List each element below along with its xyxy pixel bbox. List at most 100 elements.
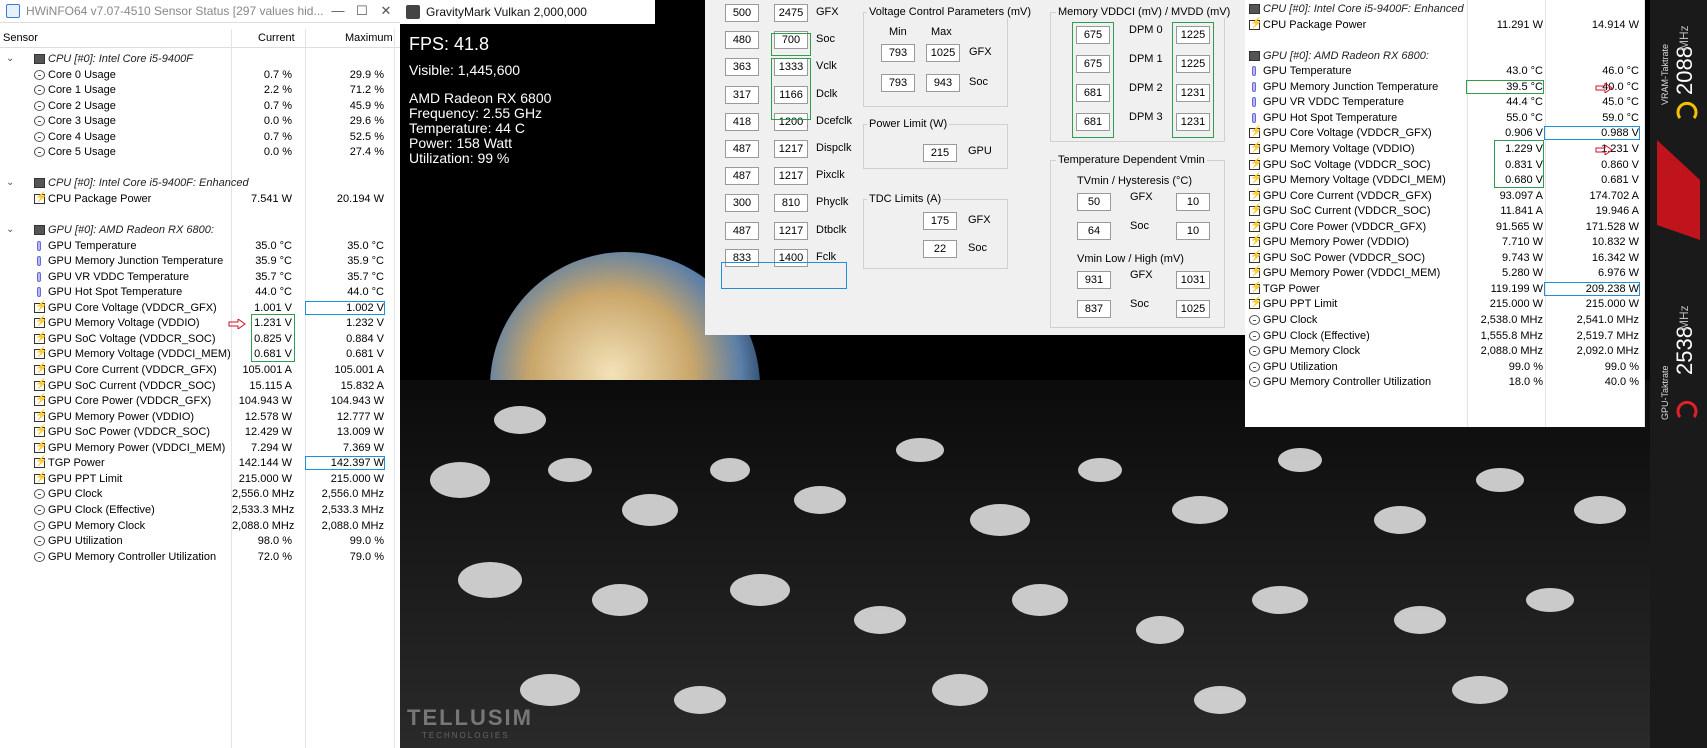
table-row[interactable]: GPU Core Current (VDDCR_GFX) 105.001 A 105… bbox=[0, 362, 400, 379]
table-row[interactable]: GPU Clock (Effective) 1,555.8 MHz 2,519.7 … bbox=[1245, 328, 1645, 345]
table-row[interactable]: GPU Memory Power (VDDIO) 7.710 W 10.832 W bbox=[1245, 234, 1645, 251]
table-row[interactable]: GPU PPT Limit 215.000 W 215.000 W bbox=[0, 471, 400, 488]
table-row[interactable]: GPU Core Power (VDDCR_GFX) 104.943 W 104.9… bbox=[0, 393, 400, 410]
table-row[interactable]: GPU PPT Limit 215.000 W 215.000 W bbox=[1245, 296, 1645, 313]
table-row[interactable]: GPU Memory Junction Temperature 35.9 °C 35… bbox=[0, 253, 400, 270]
table-row[interactable]: Core 4 Usage 0.7 % 52.5 % bbox=[0, 129, 400, 146]
table-row[interactable]: GPU Hot Spot Temperature 44.0 °C 44.0 °C bbox=[0, 284, 400, 301]
column-maximum[interactable]: Maximum bbox=[345, 32, 393, 44]
table-row[interactable]: TGP Power 142.144 W 142.397 W bbox=[0, 455, 400, 472]
vddci-input[interactable]: 675 bbox=[1076, 55, 1110, 73]
clock-min-input[interactable]: 480 bbox=[725, 31, 759, 50]
table-row[interactable]: GPU Memory Clock 2,088.0 MHz 2,088.0 MHz bbox=[0, 518, 400, 535]
vddci-input[interactable]: 681 bbox=[1076, 113, 1110, 131]
table-row[interactable]: GPU Memory Voltage (VDDCI_MEM)0.680 V0.6… bbox=[1245, 172, 1645, 189]
tdc-input[interactable]: 175 bbox=[923, 212, 957, 230]
minimize-button[interactable]: — bbox=[326, 2, 350, 20]
table-row[interactable]: GPU Core Voltage (VDDCR_GFX) 1.001 V 1.002… bbox=[0, 300, 400, 317]
table-row[interactable]: GPU Clock (Effective) 2,533.3 MHz 2,533.3 … bbox=[0, 502, 400, 519]
gravitymark-titlebar[interactable]: GravityMark Vulkan 2,000,000 bbox=[400, 0, 655, 24]
mvdd-input[interactable]: 1231 bbox=[1176, 113, 1210, 131]
table-row[interactable]: GPU SoC Current (VDDCR_SOC) 11.841 A 19.94… bbox=[1245, 203, 1645, 220]
clock-max-input[interactable]: 1217 bbox=[774, 221, 808, 240]
table-row[interactable]: GPU Memory Voltage (VDDIO)1.229 V1.231 V bbox=[1245, 141, 1645, 158]
expand-toggle-icon[interactable]: ⌄ bbox=[6, 177, 14, 188]
table-row[interactable]: GPU Hot Spot Temperature 55.0 °C 59.0 °C bbox=[1245, 110, 1645, 127]
table-row[interactable]: TGP Power 119.199 W209.238 W bbox=[1245, 281, 1645, 298]
table-row[interactable]: GPU Clock 2,538.0 MHz 2,541.0 MHz bbox=[1245, 312, 1645, 329]
clock-min-input[interactable]: 487 bbox=[725, 221, 759, 240]
mvdd-input[interactable]: 1225 bbox=[1176, 55, 1210, 73]
table-row[interactable]: GPU Memory Power (VDDCI_MEM) 7.294 W 7.369… bbox=[0, 440, 400, 457]
sensor-group[interactable]: GPU [#0]: AMD Radeon RX 6800: bbox=[1245, 48, 1645, 65]
clock-min-input[interactable]: 487 bbox=[725, 167, 759, 186]
sensor-group[interactable]: ⌄ CPU [#0]: Intel Core i5-9400F: Enhanced bbox=[0, 175, 400, 192]
table-row[interactable]: GPU VR VDDC Temperature 35.7 °C 35.7 °C bbox=[0, 269, 400, 286]
table-row[interactable]: GPU Core Voltage (VDDCR_GFX) 0.906 V0.988… bbox=[1245, 125, 1645, 142]
sensor-group[interactable]: ⌄ CPU [#0]: Intel Core i5-9400F bbox=[0, 51, 400, 68]
voltage-min-input[interactable]: 793 bbox=[881, 74, 915, 92]
tdv-right-input[interactable]: 10 bbox=[1176, 222, 1210, 240]
vddci-input[interactable]: 675 bbox=[1076, 26, 1110, 44]
column-current[interactable]: Current bbox=[258, 32, 295, 44]
table-row[interactable]: GPU VR VDDC Temperature 44.4 °C 45.0 °C bbox=[1245, 94, 1645, 111]
clock-min-input[interactable]: 363 bbox=[725, 58, 759, 77]
table-row[interactable]: GPU Temperature 35.0 °C 35.0 °C bbox=[0, 238, 400, 255]
table-row[interactable]: Core 5 Usage 0.0 % 27.4 % bbox=[0, 144, 400, 161]
voltage-max-input[interactable]: 1025 bbox=[926, 44, 960, 62]
table-row[interactable]: GPU Memory Controller Utilization 18.0 % 4… bbox=[1245, 374, 1645, 391]
clock-max-input[interactable]: 810 bbox=[774, 194, 808, 213]
tdv-left-input[interactable]: 837 bbox=[1077, 300, 1111, 318]
table-row[interactable]: Core 2 Usage 0.7 % 45.9 % bbox=[0, 98, 400, 115]
table-row[interactable]: GPU SoC Power (VDDCR_SOC) 9.743 W 16.342 W bbox=[1245, 250, 1645, 267]
sensor-group[interactable]: CPU [#0]: Intel Core i5-9400F: Enhanced bbox=[1245, 1, 1645, 18]
clock-min-input[interactable]: 300 bbox=[725, 194, 759, 213]
column-sensor[interactable]: Sensor bbox=[3, 32, 38, 44]
sensor-group[interactable]: ⌄ GPU [#0]: AMD Radeon RX 6800: bbox=[0, 222, 400, 239]
table-row[interactable]: GPU SoC Power (VDDCR_SOC) 12.429 W 13.009 … bbox=[0, 424, 400, 441]
voltage-max-input[interactable]: 943 bbox=[926, 74, 960, 92]
clock-min-input[interactable]: 500 bbox=[725, 4, 759, 22]
table-row[interactable]: CPU Package Power 7.541 W 20.194 W bbox=[0, 191, 400, 208]
table-row[interactable]: GPU Utilization 98.0 % 99.0 % bbox=[0, 533, 400, 550]
clock-max-input[interactable]: 1217 bbox=[774, 140, 808, 158]
tdv-right-input[interactable]: 10 bbox=[1176, 193, 1210, 211]
mvdd-input[interactable]: 1231 bbox=[1176, 84, 1210, 102]
tdv-left-input[interactable]: 931 bbox=[1077, 271, 1111, 289]
table-row[interactable]: Core 0 Usage 0.7 % 29.9 % bbox=[0, 67, 400, 84]
table-row[interactable]: Core 1 Usage 2.2 % 71.2 % bbox=[0, 82, 400, 99]
tdv-left-input[interactable]: 50 bbox=[1077, 193, 1111, 211]
table-row[interactable]: GPU Memory Controller Utilization 72.0 % 7… bbox=[0, 549, 400, 566]
table-row[interactable]: GPU Memory Power (VDDCI_MEM) 5.280 W 6.976… bbox=[1245, 265, 1645, 282]
clock-min-input[interactable]: 317 bbox=[725, 85, 759, 104]
vddci-input[interactable]: 681 bbox=[1076, 84, 1110, 102]
expand-toggle-icon[interactable]: ⌄ bbox=[6, 224, 14, 235]
table-row[interactable]: GPU Memory Voltage (VDDCI_MEM)0.681 V0.6… bbox=[0, 346, 400, 363]
table-row[interactable]: GPU SoC Current (VDDCR_SOC) 15.115 A 15.83… bbox=[0, 378, 400, 395]
tdv-right-input[interactable]: 1025 bbox=[1176, 300, 1210, 318]
close-button[interactable]: ✕ bbox=[374, 2, 398, 20]
table-row[interactable]: GPU Memory Junction Temperature 39.5 °C 40… bbox=[1245, 79, 1645, 96]
hwinfo-titlebar[interactable]: HWiNFO64 v7.07-4510 Sensor Status [297 v… bbox=[0, 0, 400, 23]
clock-max-input[interactable]: 2475 bbox=[774, 4, 808, 22]
table-row[interactable]: GPU Core Current (VDDCR_GFX) 93.097 A 174.… bbox=[1245, 188, 1645, 205]
table-row[interactable]: GPU Memory Voltage (VDDIO)1.231 V1.232 V bbox=[0, 315, 400, 332]
clock-min-input[interactable]: 418 bbox=[725, 112, 759, 131]
table-row[interactable]: GPU Clock 2,556.0 MHz 2,556.0 MHz bbox=[0, 486, 400, 503]
table-row[interactable]: GPU Memory Clock 2,088.0 MHz 2,092.0 MHz bbox=[1245, 343, 1645, 360]
table-row[interactable]: GPU Memory Power (VDDIO) 12.578 W 12.777 W bbox=[0, 409, 400, 426]
table-row[interactable]: CPU Package Power 11.291 W 14.914 W bbox=[1245, 17, 1645, 34]
expand-toggle-icon[interactable]: ⌄ bbox=[6, 53, 14, 64]
table-row[interactable]: GPU SoC Voltage (VDDCR_SOC)0.831 V0.860 … bbox=[1245, 157, 1645, 174]
voltage-min-input[interactable]: 793 bbox=[881, 44, 915, 62]
power-limit-input[interactable]: 215 bbox=[923, 144, 957, 162]
table-row[interactable]: GPU SoC Voltage (VDDCR_SOC)0.825 V0.884 … bbox=[0, 331, 400, 348]
table-row[interactable]: GPU Temperature 43.0 °C 46.0 °C bbox=[1245, 63, 1645, 80]
tdv-right-input[interactable]: 1031 bbox=[1176, 271, 1210, 289]
mvdd-input[interactable]: 1225 bbox=[1176, 26, 1210, 44]
maximize-button[interactable]: ☐ bbox=[350, 2, 374, 20]
table-row[interactable]: Core 3 Usage 0.0 % 29.6 % bbox=[0, 113, 400, 130]
table-row[interactable]: GPU Core Power (VDDCR_GFX) 91.565 W 171.52… bbox=[1245, 219, 1645, 236]
table-row[interactable]: GPU Utilization 99.0 % 99.0 % bbox=[1245, 359, 1645, 376]
tdc-input[interactable]: 22 bbox=[923, 240, 957, 258]
